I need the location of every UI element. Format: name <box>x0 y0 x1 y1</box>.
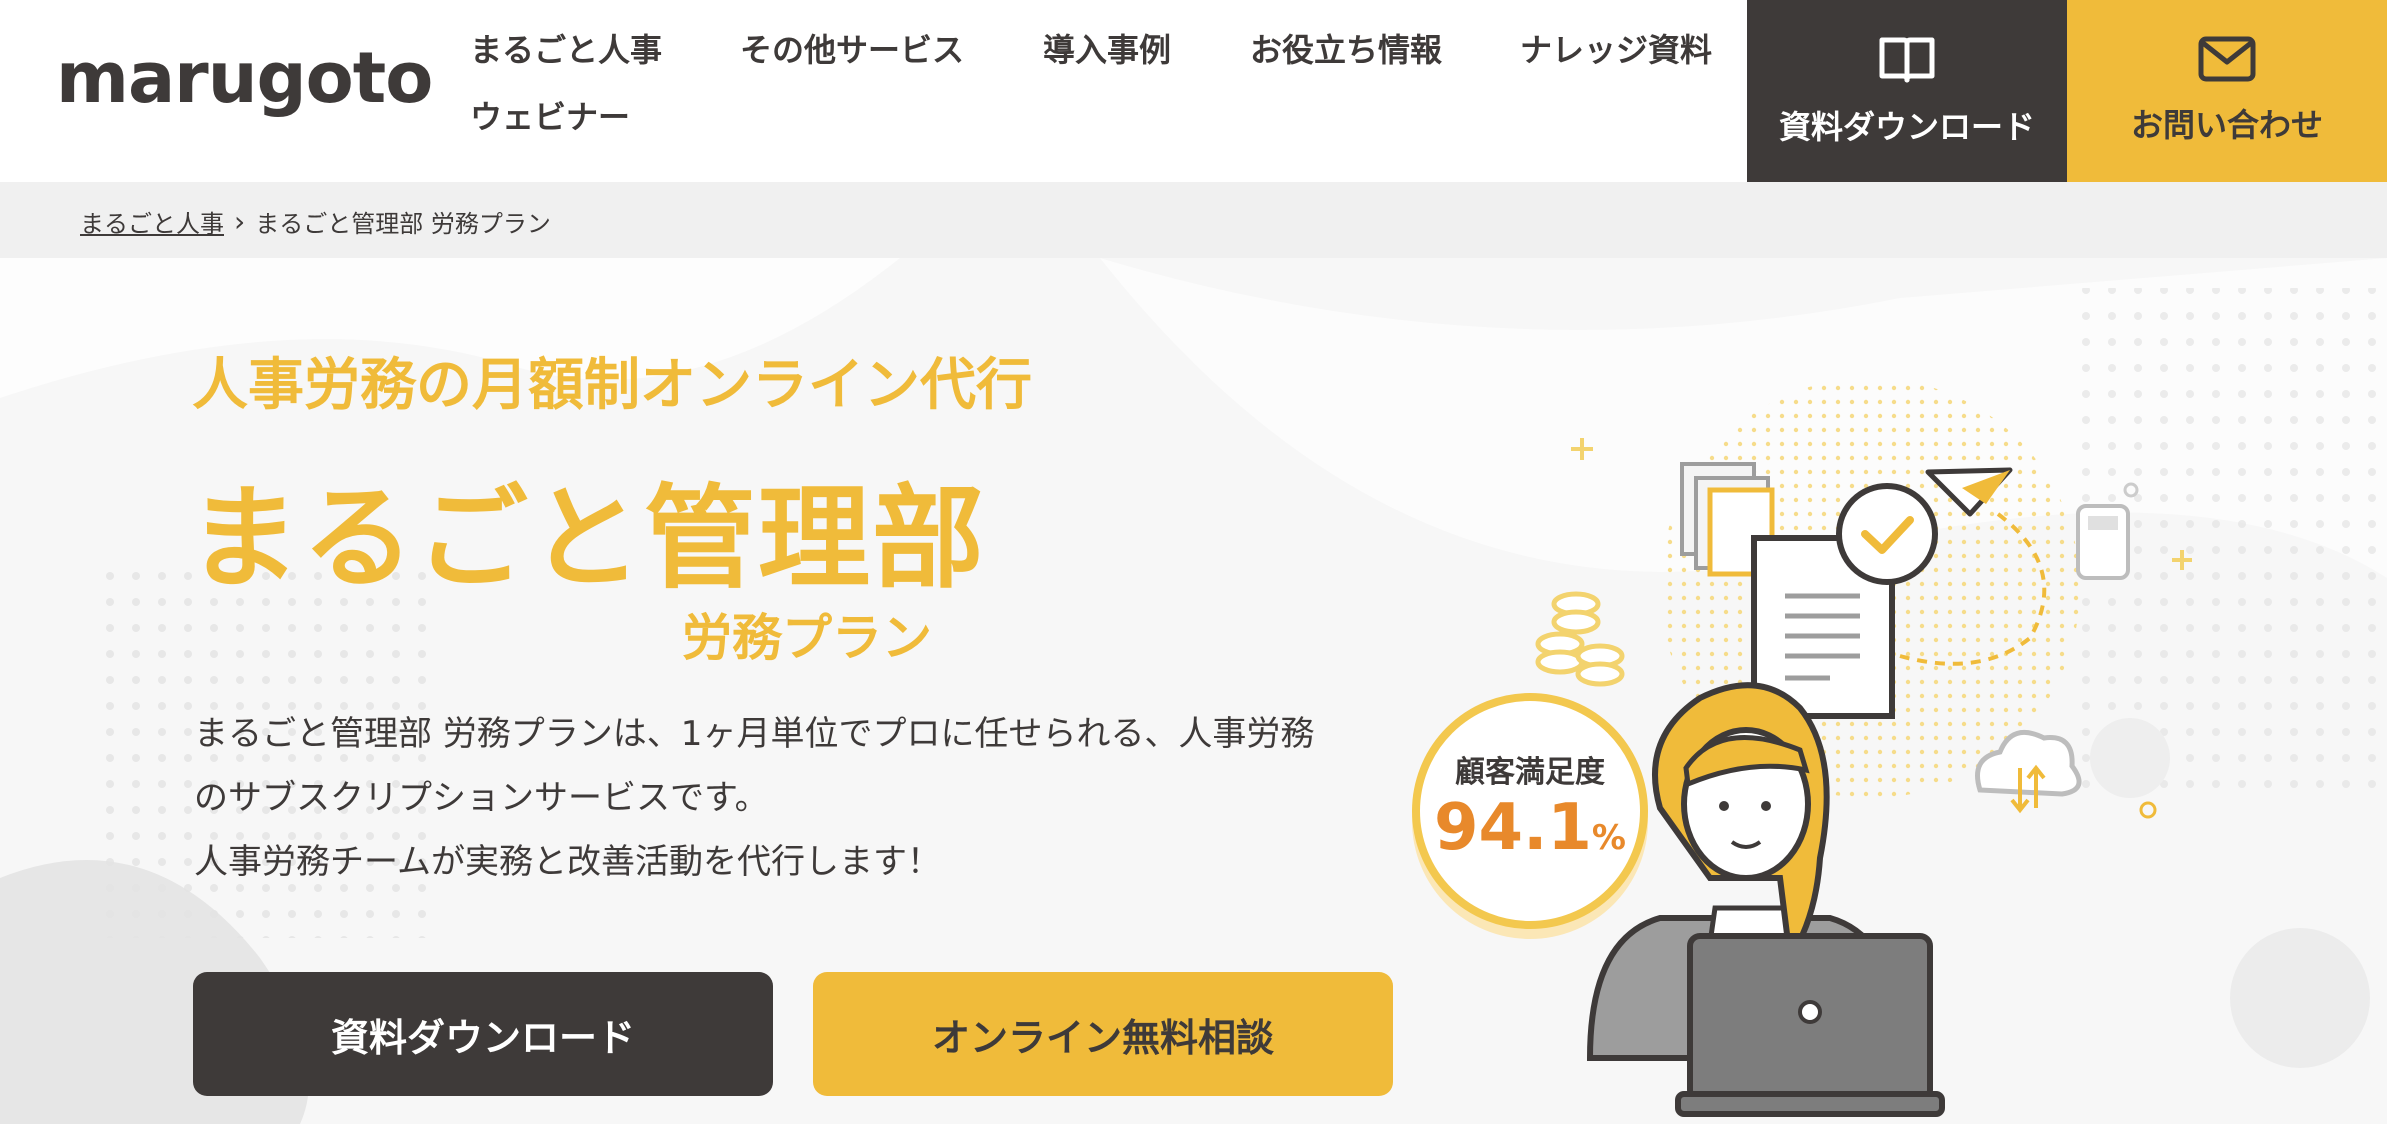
nav-item-useful-info[interactable]: お役立ち情報 <box>1250 30 1442 70</box>
book-icon <box>1878 34 1936 88</box>
hero-description-line3: 人事労務チームが実務と改善活動を代行します！ <box>194 842 941 882</box>
laptop-icon <box>1675 933 1945 1117</box>
hero-illustration <box>1535 438 2192 1117</box>
nav-item-other-services[interactable]: その他サービス <box>740 30 964 70</box>
checkmark-icon <box>1836 483 1938 585</box>
header-contact-label: お問い合わせ <box>2130 106 2323 144</box>
hero-subtitle: 人事労務の月額制オンライン代行 <box>192 353 1032 418</box>
hero-section: 人事労務の月額制オンライン代行 まるごと管理部 労務プラン まるごと管理部 労務… <box>0 258 2387 1124</box>
cloud-sync-icon <box>1975 729 2082 797</box>
header-contact-button[interactable]: お問い合わせ <box>2067 0 2387 182</box>
site-header: marugoto まるごと人事 その他サービス 導入事例 お役立ち情報 ナレッジ… <box>0 0 2387 182</box>
hero-plan-name: 労務プラン <box>682 609 932 667</box>
hero-title: まるごと管理部 <box>188 474 986 604</box>
hero-description: まるごと管理部 労務プランは、1ヶ月単位でプロに任せられる、人事労務 のサブスク… <box>194 702 1394 894</box>
header-download-button[interactable]: 資料ダウンロード <box>1747 0 2067 182</box>
header-download-label: 資料ダウンロード <box>1778 108 2035 146</box>
nav-item-webinar[interactable]: ウェビナー <box>470 97 630 137</box>
breadcrumb-current: まるごと管理部 労務プラン <box>255 210 551 238</box>
nav-item-knowledge-docs[interactable]: ナレッジ資料 <box>1520 30 1712 70</box>
breadcrumb: まるごと人事 › まるごと管理部 労務プラン <box>0 182 2387 258</box>
nav-item-case-studies[interactable]: 導入事例 <box>1043 30 1171 70</box>
hero-consult-button[interactable]: オンライン無料相談 <box>813 972 1393 1096</box>
hero-description-line1: まるごと管理部 労務プランは、1ヶ月単位でプロに任せられる、人事労務 <box>194 714 1315 754</box>
breadcrumb-home-link[interactable]: まるごと人事 <box>80 204 224 239</box>
mail-icon <box>2198 36 2256 86</box>
chevron-right-icon: › <box>234 205 246 238</box>
coins-icon <box>1535 591 1625 687</box>
hero-download-button[interactable]: 資料ダウンロード <box>193 972 773 1096</box>
site-logo[interactable]: marugoto <box>56 38 433 118</box>
hero-description-line2: のサブスクリプションサービスです。 <box>194 778 769 818</box>
nav-item-marugoto-jinji[interactable]: まるごと人事 <box>470 30 662 70</box>
